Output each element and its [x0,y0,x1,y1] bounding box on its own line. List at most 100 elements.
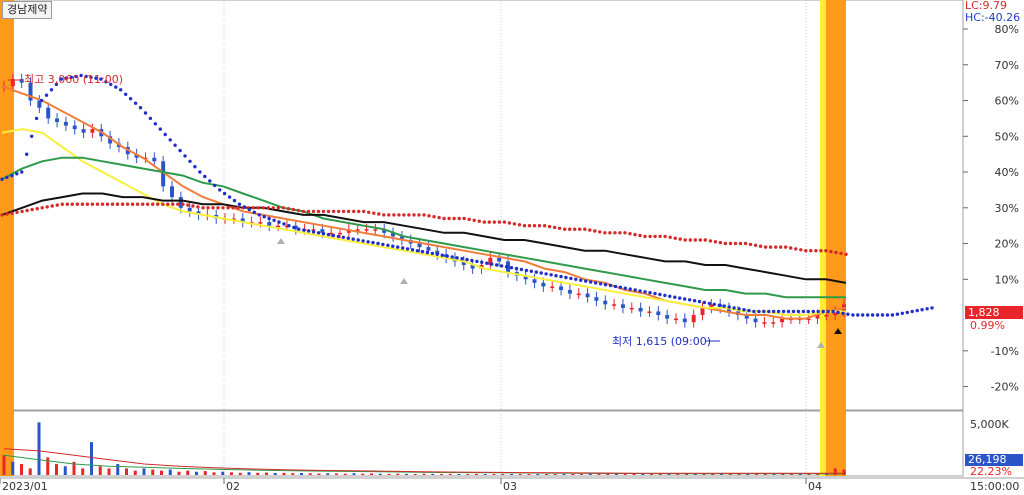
candle-body [594,297,599,301]
ma-dot [316,209,321,214]
ma-dot [712,302,716,306]
ma-dot [141,202,145,206]
ma-dot [352,209,356,214]
volume-bar [378,473,382,475]
stock-title[interactable]: 경남제약 [2,1,53,19]
ma-dot [524,268,529,273]
ma-dot [211,206,215,210]
volume-bar [422,473,426,475]
candle-body [267,222,272,226]
ma-dot [267,216,271,221]
ma-dot [804,249,808,253]
volume-bar [168,469,172,475]
volume-bar [571,474,575,475]
candle-body [90,129,95,133]
candle-body [338,232,342,235]
ma-dot [683,297,687,301]
ma-dot [747,308,751,313]
ma-dot [708,239,713,243]
ma-dot [618,285,623,289]
candle-body [700,307,705,316]
ma-dot [203,174,207,179]
left-highlight-band [0,0,14,476]
candle-body [46,107,51,119]
ma-dot [544,272,548,276]
ma-dot [465,257,469,262]
ma-dot [698,238,702,242]
ma-dot [727,305,731,309]
ma-dot [391,244,395,248]
ma-dot [534,270,538,274]
volume-bar [125,468,128,475]
volume-bar [90,442,93,475]
ma-dot [119,88,123,92]
volume-bar [238,472,242,475]
ma-dot [688,238,692,242]
volume-bar [98,466,102,475]
ma-dot [311,230,316,234]
ma-dot [176,202,180,206]
ma-dot [633,288,637,292]
ma-dot [870,313,875,317]
ma-dot [183,154,187,158]
ma-dot [512,222,517,226]
volume-bar [431,473,435,475]
ma-dot [885,313,890,317]
ma-dot [316,231,321,235]
x-axis: 2023/01 02 03 04 15:00:00 [0,478,1019,493]
ma-dot [753,243,758,247]
volume-pane-frame [0,410,964,477]
ma-dot [397,213,401,217]
ma-dot [668,235,672,239]
ma-dot [392,213,396,217]
ma-dot [579,278,583,282]
ma-dot [742,308,746,312]
ma-dot [643,290,647,294]
ma-dot [311,209,316,214]
volume-bar [317,473,321,475]
ma-dot [135,202,140,206]
candle-body [81,129,86,133]
ma-dot [0,177,4,181]
ma-dot [568,227,572,231]
ma-dot [613,231,617,235]
ma-dot [10,173,14,178]
candle-body [665,315,670,319]
ma-dot [844,252,848,256]
ma-dot [549,273,553,277]
ma-dot [762,309,766,314]
ma-dot [236,206,240,210]
y-tick-label: 30% [995,202,1019,215]
volume-bar [46,457,50,475]
x-tick-label: 03 [503,480,517,493]
volume-bar [361,473,365,475]
ma-dot [467,217,471,222]
volume-bar [2,455,6,475]
stock-chart[interactable]: 80% 70% 60% 50% 40% 30% 20% 10% -10% -20% 2023/01… [0,0,1024,495]
candle-body [753,318,758,323]
ma-dot [262,215,266,219]
ma-dot [806,309,810,314]
ma-dot [70,202,75,206]
ma-dot [247,207,251,212]
ma-dot [442,216,446,221]
ma-dot [495,263,499,267]
ma-dot [346,209,351,214]
ma-dot [168,138,172,142]
ma-dot [292,225,296,230]
ma-dot [55,203,59,207]
ma-dot [115,202,120,206]
ma-dot [836,310,840,315]
ma-dot [232,198,237,203]
ma-dot [25,152,29,156]
ma-dot [895,312,900,316]
ma-dot [480,260,484,264]
ma-dot [658,234,662,239]
ma-dot [128,97,133,101]
ma-dot [218,188,222,192]
ma-dot [514,266,519,271]
y-tick-label: -20% [991,381,1019,394]
ma-dot [372,211,376,215]
ma-dot [603,231,607,235]
ma-dot [768,245,773,249]
